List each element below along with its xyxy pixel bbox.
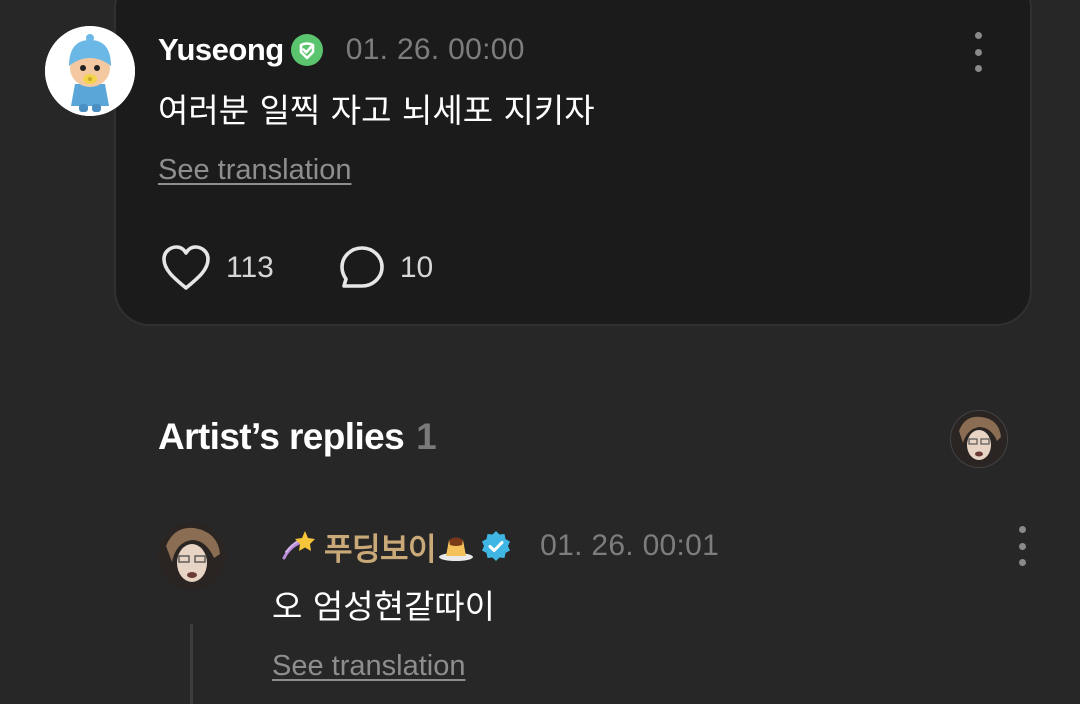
more-dot-icon xyxy=(974,48,982,56)
more-dot-icon xyxy=(1018,542,1026,550)
like-button[interactable]: 113 xyxy=(160,244,274,292)
comment-thread-screen: Yuseong 01. 26. 00:00 여러분 일찍 자고 뇌세포 지키자 … xyxy=(0,0,1080,704)
reply-author-avatar[interactable] xyxy=(158,522,226,590)
thread-line xyxy=(190,624,193,704)
artist-photo-icon xyxy=(158,522,226,590)
heart-icon xyxy=(162,245,210,290)
artist-replies-heading: Artist’s replies 1 xyxy=(158,416,437,458)
post-author-avatar[interactable] xyxy=(45,26,135,116)
more-dot-icon xyxy=(1018,526,1026,533)
post-more-options-button[interactable] xyxy=(970,32,986,72)
reply-see-translation-link[interactable]: See translation xyxy=(272,650,465,683)
dizzy-star-icon xyxy=(282,531,315,560)
comment-button[interactable]: 10 xyxy=(338,244,433,292)
pocoyo-avatar-icon xyxy=(45,26,135,116)
artist-replies-title: Artist’s replies xyxy=(158,416,405,457)
pudding-icon xyxy=(439,537,474,561)
reply-header: 푸딩보이 01. 26. 00:01 xyxy=(280,524,719,568)
post-actions: 113 10 xyxy=(160,244,433,292)
reply-author[interactable]: 푸딩보이 xyxy=(280,524,512,569)
artist-photo-icon xyxy=(951,411,1007,467)
comment-bubble-icon xyxy=(340,246,384,288)
verified-badge-icon xyxy=(290,34,323,66)
reply-author-name: 푸딩보이 xyxy=(324,531,437,568)
reply-more-options-button[interactable] xyxy=(1014,526,1030,566)
verified-badge-icon xyxy=(482,531,511,561)
more-dot-icon xyxy=(1018,559,1026,566)
post-timestamp: 01. 26. 00:00 xyxy=(345,33,525,66)
reply-text: 오 엄성현같따이 xyxy=(272,587,496,626)
comment-count: 10 xyxy=(399,251,434,284)
artist-avatar-small[interactable] xyxy=(950,410,1008,468)
reply-timestamp: 01. 26. 00:01 xyxy=(540,529,720,562)
post-header: Yuseong 01. 26. 00:00 xyxy=(158,28,525,72)
like-count: 113 xyxy=(226,251,274,284)
post-see-translation-link[interactable]: See translation xyxy=(158,154,351,187)
more-dot-icon xyxy=(974,32,982,39)
more-dot-icon xyxy=(974,65,982,72)
post-text: 여러분 일찍 자고 뇌세포 지키자 xyxy=(158,91,595,130)
artist-replies-count: 1 xyxy=(416,416,437,457)
post-author-name[interactable]: Yuseong xyxy=(158,32,284,68)
